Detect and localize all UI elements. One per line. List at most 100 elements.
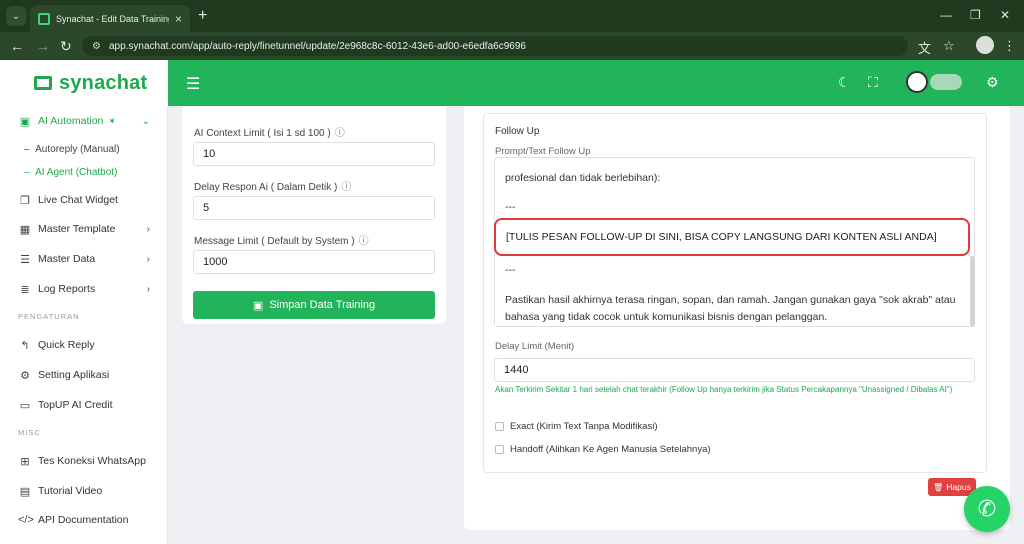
tab-title: Synachat - Edit Data Training AI [56, 13, 169, 24]
sidebar-item-label: Tes Koneksi WhatsApp [38, 455, 146, 467]
new-tab-button[interactable]: + [198, 7, 207, 25]
sidebar-item-label: Quick Reply [38, 339, 95, 351]
handoff-checkbox-row[interactable]: Handoff (Alihkan Ke Agen Manusia Setelah… [495, 444, 711, 455]
reply-icon: ↰ [20, 339, 30, 352]
handoff-checkbox-label: Handoff (Alihkan Ke Agen Manusia Setelah… [510, 444, 711, 455]
dark-mode-moon-icon[interactable]: ☾ [838, 74, 851, 91]
sidebar-item-master-template[interactable]: ▦ Master Template › [0, 216, 168, 242]
sidebar-item-label: TopUP AI Credit [38, 399, 113, 411]
save-icon: ▣ [252, 299, 264, 312]
sidebar-item-tutorial[interactable]: ▤ Tutorial Video [0, 478, 168, 504]
prompt-text-line: bahasa yang tidak cocok untuk komunikasi… [505, 311, 828, 323]
sidebar-item-label: Setting Aplikasi [38, 369, 110, 381]
sidebar-subitem-label: Autoreply (Manual) [35, 144, 120, 155]
sidebar-item-setting-aplikasi[interactable]: ⚙ Setting Aplikasi [0, 362, 168, 388]
delete-button-label: Hapus [946, 482, 971, 492]
minimize-button[interactable]: — [940, 8, 952, 22]
sidebar-item-label: Tutorial Video [38, 485, 103, 497]
template-icon: ▦ [19, 223, 31, 236]
chat-window-icon: ❐ [20, 194, 30, 207]
prompt-text-line: profesional dan tidak berlebihan): [505, 172, 661, 184]
chevron-right-icon: › [146, 283, 150, 295]
sidebar-item-tes-koneksi[interactable]: ⊞ Tes Koneksi WhatsApp [0, 448, 168, 474]
translate-icon[interactable]: 文 [918, 38, 931, 57]
message-limit-input[interactable]: 1000 [193, 250, 435, 274]
sidebar-item-quick-reply[interactable]: ↰ Quick Reply [0, 332, 168, 358]
follow-up-title: Follow Up [495, 126, 540, 137]
credit-card-icon: ▭ [19, 399, 31, 412]
sidebar-item-label: Live Chat Widget [38, 194, 118, 206]
info-icon[interactable]: ⓘ [341, 182, 351, 193]
site-info-icon[interactable]: ⚙ [92, 41, 101, 52]
gear-icon: ⚙ [20, 369, 30, 382]
hamburger-menu-icon[interactable]: ☰ [186, 74, 200, 94]
app-header: ☰ ☾ ⛶ ⚙ [168, 60, 1024, 106]
info-icon[interactable]: ⓘ [359, 236, 369, 247]
browser-tab[interactable]: Synachat - Edit Data Training AI × [30, 5, 190, 32]
close-tab-icon[interactable]: × [175, 12, 182, 26]
exact-checkbox[interactable] [495, 422, 504, 431]
list-icon: ☰ [20, 253, 30, 266]
user-name-blurred[interactable] [930, 74, 962, 90]
favicon-icon [38, 12, 50, 25]
save-training-button[interactable]: ▣ Simpan Data Training [193, 291, 435, 319]
prompt-separator: --- [505, 201, 516, 213]
handoff-checkbox[interactable] [495, 445, 504, 454]
delay-respon-label: Delay Respon Ai ( Dalam Detik ) ⓘ [194, 178, 351, 193]
browser-tabbar: ⌄ Synachat - Edit Data Training AI × + —… [0, 0, 1024, 32]
message-limit-label: Message Limit ( Default by System ) ⓘ [194, 232, 369, 247]
message-plus-icon: ⊞ [20, 455, 30, 468]
user-avatar[interactable] [906, 71, 928, 93]
settings-gear-icon[interactable]: ⚙ [986, 74, 999, 91]
book-icon: ▤ [19, 485, 31, 498]
fullscreen-icon[interactable]: ⛶ [868, 74, 878, 91]
info-icon[interactable]: ⓘ [335, 128, 345, 139]
app-logo[interactable]: synachat [0, 60, 168, 106]
bookmark-star-icon[interactable]: ☆ [943, 38, 955, 54]
whatsapp-float-button[interactable]: ✆ [964, 486, 1010, 532]
sidebar-item-topup[interactable]: ▭ TopUP AI Credit [0, 392, 168, 418]
textarea-scrollbar[interactable] [970, 256, 975, 326]
delay-respon-input[interactable]: 5 [193, 196, 435, 220]
context-limit-input[interactable]: 10 [193, 142, 435, 166]
address-bar[interactable]: ⚙ app.synachat.com/app/auto-reply/finetu… [82, 36, 908, 56]
sidebar-subitem-autoreply[interactable]: – Autoreply (Manual) [24, 144, 120, 155]
sidebar-item-label: API Documentation [38, 514, 129, 526]
menu-dots-icon[interactable]: ⋮ [1003, 38, 1016, 54]
forward-icon[interactable]: → [36, 38, 50, 54]
report-icon: ≣ [20, 283, 30, 296]
highlighted-placeholder-text: [TULIS PESAN FOLLOW-UP DI SINI, BISA COP… [494, 218, 970, 256]
delay-help-text: Akan Terkirim Sekitar 1 hari setelah cha… [495, 385, 953, 394]
sidebar-item-log-reports[interactable]: ≣ Log Reports › [0, 276, 168, 302]
tab-list-button[interactable]: ⌄ [6, 6, 26, 26]
new-badge-icon: ✶ [108, 115, 116, 126]
chevron-right-icon: › [146, 253, 150, 265]
browser-toolbar: ← → ↻ ⚙ app.synachat.com/app/auto-reply/… [0, 32, 1024, 60]
sidebar-subitem-ai-agent[interactable]: – AI Agent (Chatbot) [24, 167, 117, 178]
trash-icon: 🗑 [933, 482, 944, 492]
sidebar-item-ai-automation[interactable]: ▣ AI Automation ✶ ⌄ [0, 108, 168, 134]
section-label-pengaturan: PENGATURAN [18, 312, 80, 321]
section-label-misc: MISC [18, 428, 41, 437]
back-icon[interactable]: ← [10, 38, 24, 54]
url-text: app.synachat.com/app/auto-reply/finetunn… [108, 40, 526, 52]
prompt-label: Prompt/Text Follow Up [495, 146, 591, 157]
delay-limit-label: Delay Limit (Menit) [495, 341, 575, 352]
delay-respon-label-text: Delay Respon Ai ( Dalam Detik ) [194, 182, 338, 193]
sidebar-item-live-chat[interactable]: ❐ Live Chat Widget [0, 187, 168, 213]
profile-avatar[interactable] [976, 36, 994, 54]
logo-icon [34, 76, 52, 90]
reload-icon[interactable]: ↻ [60, 38, 72, 55]
restore-button[interactable]: ❐ [970, 8, 981, 22]
sidebar-item-label: AI Automation [38, 115, 104, 127]
sidebar-item-label: Master Data [38, 253, 96, 265]
sidebar-item-api-docs[interactable]: </> API Documentation [0, 507, 168, 533]
exact-checkbox-row[interactable]: Exact (Kirim Text Tanpa Modifikasi) [495, 421, 657, 432]
close-window-button[interactable]: ✕ [1000, 8, 1010, 22]
delay-limit-input[interactable]: 1440 [494, 358, 975, 382]
sidebar-subitem-label: AI Agent (Chatbot) [35, 167, 118, 178]
chevron-right-icon: › [146, 223, 150, 235]
message-limit-label-text: Message Limit ( Default by System ) [194, 236, 355, 247]
sidebar-item-master-data[interactable]: ☰ Master Data › [0, 246, 168, 272]
prompt-text-line: Pastikan hasil akhirnya terasa ringan, s… [505, 294, 956, 306]
